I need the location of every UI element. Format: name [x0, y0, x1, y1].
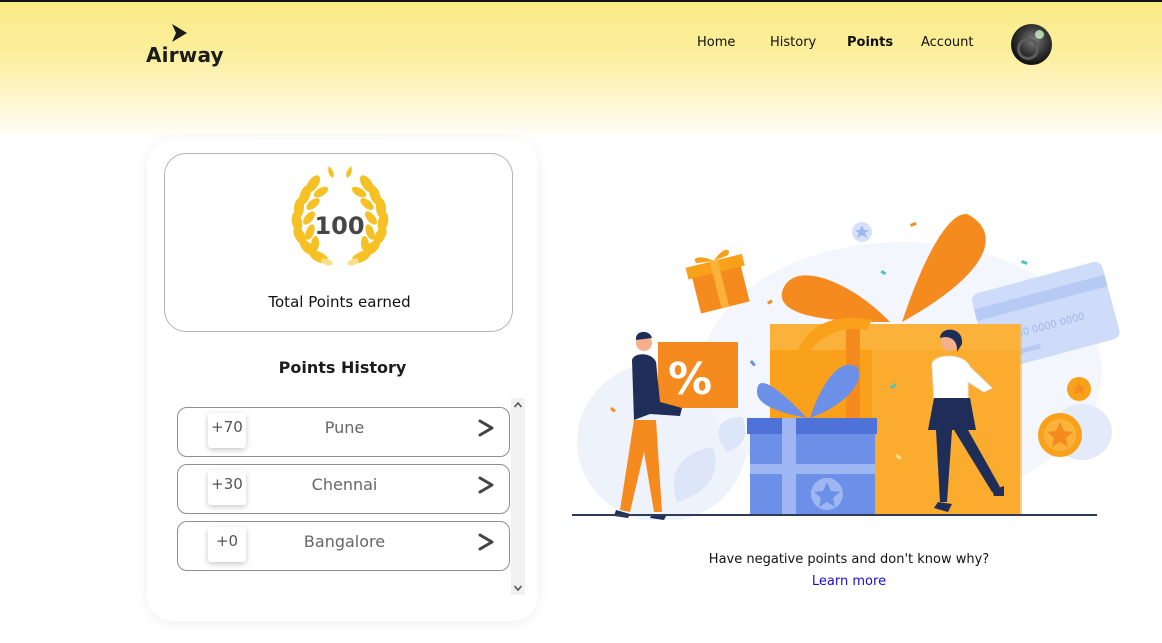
points-card: 100 Total Points earned Points History +…	[147, 139, 538, 621]
scroll-up-icon[interactable]	[511, 398, 525, 412]
total-points-value: 100	[314, 212, 365, 240]
history-scrollbar[interactable]	[511, 398, 525, 595]
nav-account[interactable]: Account	[921, 35, 974, 50]
points-history-title: Points History	[278, 358, 407, 377]
history-item-bangalore[interactable]: +0 Bangalore	[177, 521, 510, 571]
nav-history[interactable]: History	[770, 35, 816, 50]
total-points-label: Total Points earned	[268, 293, 411, 311]
brand-logo[interactable]: Airway	[146, 22, 226, 72]
chevron-right-icon	[478, 419, 494, 437]
nav-home[interactable]: Home	[697, 35, 735, 50]
history-item-chennai[interactable]: +30 Chennai	[177, 464, 510, 514]
gifts-illustration: 00 0000 0000 %	[572, 213, 1120, 520]
learn-more-link[interactable]: Learn more	[700, 574, 998, 589]
scroll-down-icon[interactable]	[511, 581, 525, 595]
user-avatar[interactable]	[1011, 24, 1052, 65]
negative-points-question: Have negative points and don't know why?	[708, 552, 990, 567]
nav-points[interactable]: Points	[847, 35, 893, 50]
arrow-logo-icon	[172, 24, 187, 42]
history-item-pune[interactable]: +70 Pune	[177, 407, 510, 457]
chevron-right-icon	[478, 476, 494, 494]
total-points-box: 100 Total Points earned	[164, 153, 513, 332]
chevron-right-icon	[478, 533, 494, 551]
city-name: Bangalore	[303, 532, 386, 551]
brand-name: Airway	[146, 43, 224, 67]
city-name: Pune	[324, 418, 365, 437]
svg-text:%: %	[668, 354, 712, 405]
scroll-thumb[interactable]	[513, 413, 523, 578]
city-name: Chennai	[311, 475, 378, 494]
